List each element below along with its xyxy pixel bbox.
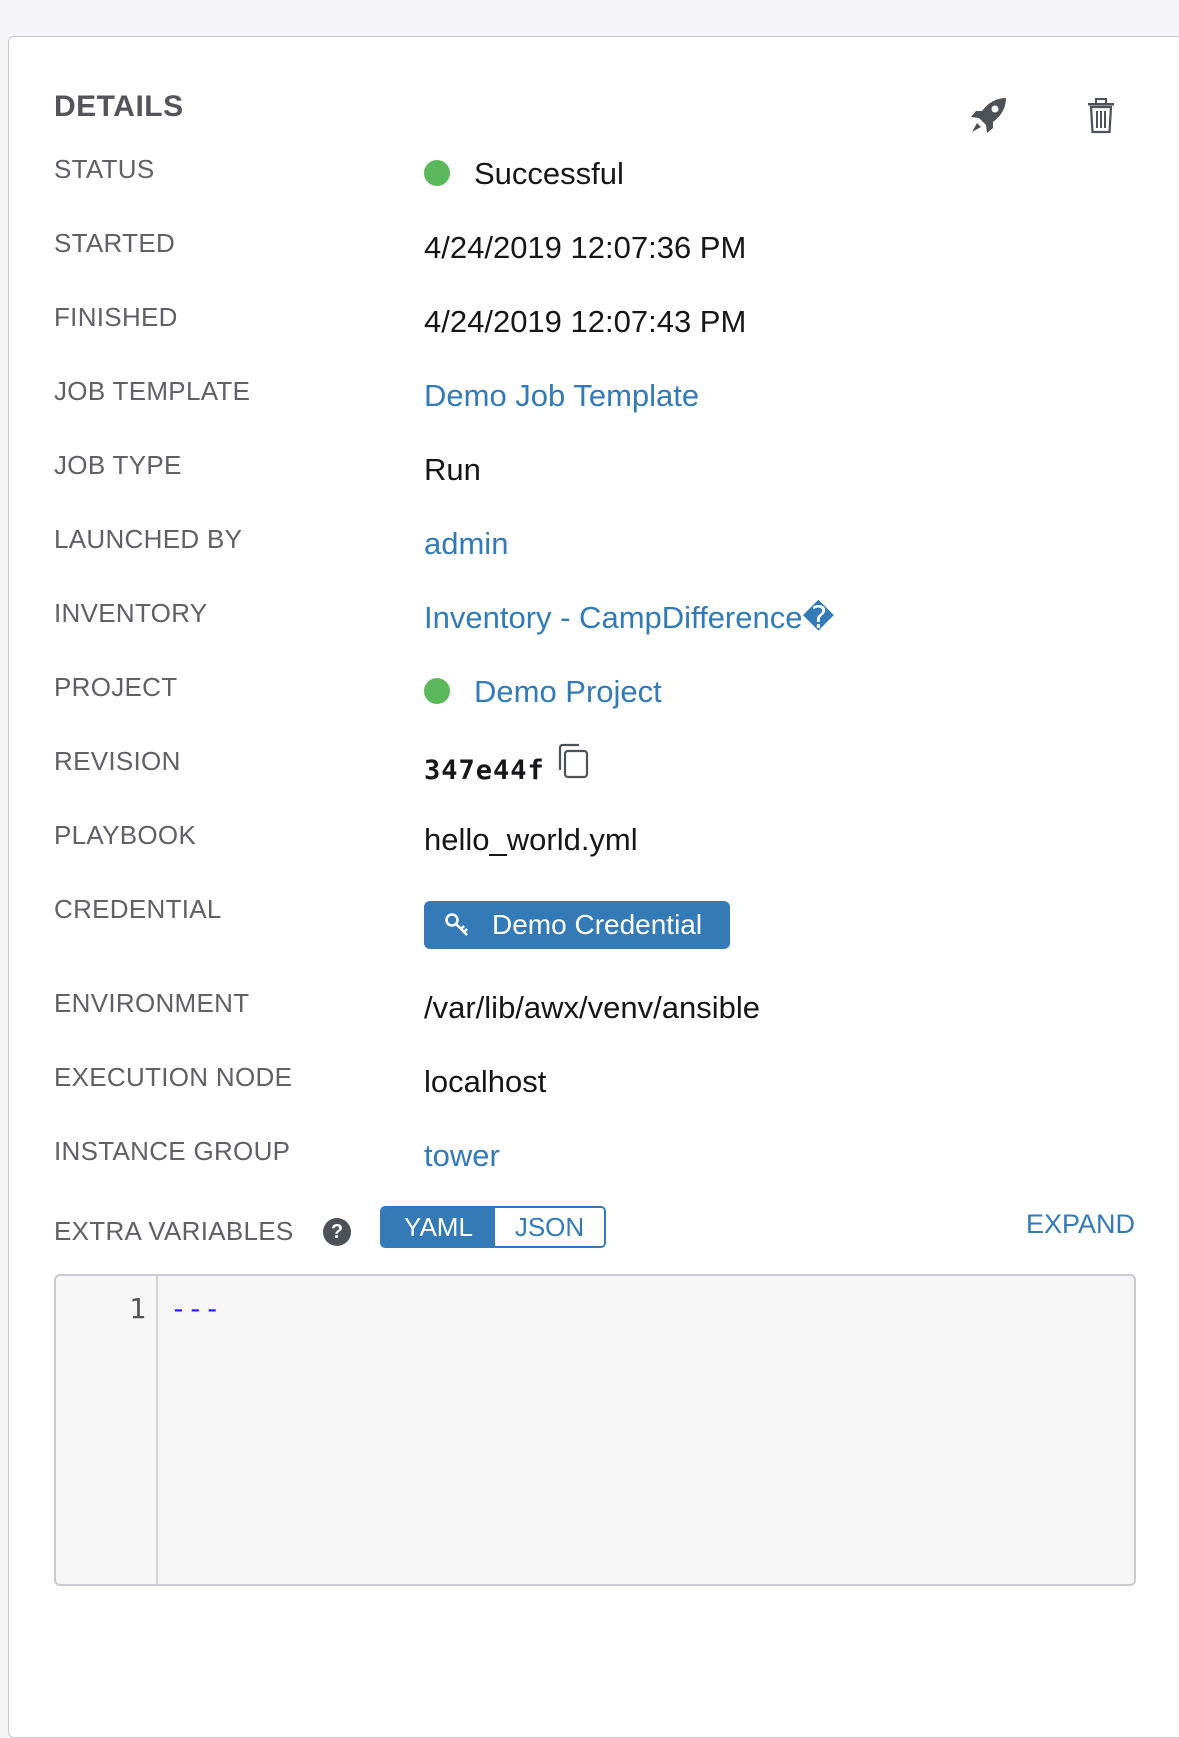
rocket-icon	[971, 98, 1006, 133]
format-toggle: YAML JSON	[380, 1206, 606, 1248]
question-circle-icon[interactable]: ?	[323, 1218, 351, 1246]
job-type-value: Run	[424, 452, 481, 487]
credential-label: CREDENTIAL	[54, 894, 222, 924]
status-value: Successful	[424, 156, 624, 192]
launched-by-link[interactable]: admin	[424, 526, 508, 562]
status-text: Successful	[474, 156, 624, 191]
playbook-label: PLAYBOOK	[54, 820, 197, 850]
key-icon	[445, 913, 468, 936]
editor-gutter: 1	[56, 1276, 158, 1584]
launched-by-label: LAUNCHED BY	[54, 524, 243, 554]
job-template-link[interactable]: Demo Job Template	[424, 378, 699, 414]
line-number: 1	[129, 1292, 146, 1325]
status-label: STATUS	[54, 154, 155, 184]
status-success-indicator	[424, 159, 450, 186]
environment-label: ENVIRONMENT	[54, 988, 250, 1018]
credential-tag[interactable]: Demo Credential	[424, 901, 730, 949]
job-type-label: JOB TYPE	[54, 450, 182, 480]
revision-value: 347e44f	[424, 743, 591, 794]
execution-node-label: EXECUTION NODE	[54, 1062, 293, 1092]
project-value: Demo Project	[424, 674, 662, 710]
inventory-label: INVENTORY	[54, 598, 208, 628]
copy-revision-button[interactable]	[555, 742, 591, 788]
editor-line-text[interactable]: ---	[170, 1292, 221, 1325]
extra-variables-label: EXTRA VARIABLES	[54, 1216, 294, 1246]
project-label: PROJECT	[54, 672, 178, 702]
trash-icon	[1088, 98, 1114, 134]
yaml-toggle-button[interactable]: YAML	[382, 1208, 495, 1246]
environment-value: /var/lib/awx/venv/ansible	[424, 990, 760, 1025]
job-template-label: JOB TEMPLATE	[54, 376, 251, 406]
inventory-link[interactable]: Inventory - CampDifference�	[424, 600, 834, 636]
credential-name: Demo Credential	[492, 909, 703, 940]
started-label: STARTED	[54, 228, 176, 258]
copy-icon	[558, 743, 588, 779]
started-value: 4/24/2019 12:07:36 PM	[424, 230, 747, 265]
instance-group-link[interactable]: tower	[424, 1138, 500, 1174]
extra-variables-editor[interactable]: 1 ---	[54, 1274, 1136, 1586]
finished-label: FINISHED	[54, 302, 178, 332]
delete-button[interactable]	[1086, 98, 1116, 134]
relaunch-button[interactable]	[968, 94, 1010, 136]
playbook-value: hello_world.yml	[424, 822, 638, 857]
instance-group-label: INSTANCE GROUP	[54, 1136, 291, 1166]
panel-title: DETAILS	[54, 90, 184, 123]
revision-hash: 347e44f	[424, 755, 545, 787]
project-status-indicator	[424, 677, 450, 704]
json-toggle-button[interactable]: JSON	[494, 1208, 604, 1246]
expand-button[interactable]: EXPAND	[1026, 1209, 1135, 1240]
finished-value: 4/24/2019 12:07:43 PM	[424, 304, 747, 339]
execution-node-value: localhost	[424, 1064, 547, 1099]
revision-label: REVISION	[54, 746, 181, 776]
project-link[interactable]: Demo Project	[474, 674, 662, 709]
